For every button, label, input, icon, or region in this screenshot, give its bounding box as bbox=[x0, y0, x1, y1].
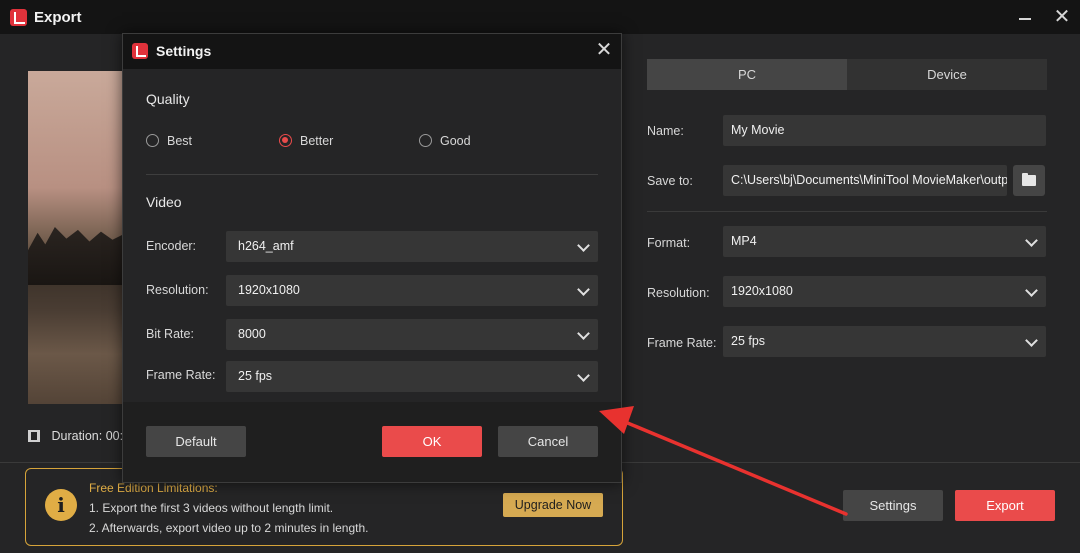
chevron-down-icon bbox=[1025, 234, 1038, 247]
bit-rate-value: 8000 bbox=[238, 327, 266, 341]
cancel-button[interactable]: Cancel bbox=[498, 426, 598, 457]
preview-treeline bbox=[28, 227, 124, 285]
encoder-value: h264_amf bbox=[238, 239, 294, 253]
frame-rate-label: Frame Rate: bbox=[146, 368, 216, 382]
resolution-value: 1920x1080 bbox=[238, 283, 300, 297]
chevron-down-icon bbox=[577, 283, 590, 296]
chevron-down-icon bbox=[577, 239, 590, 252]
save-path-input[interactable]: C:\Users\bj\Documents\MiniTool MovieMake… bbox=[723, 165, 1007, 196]
name-label: Name: bbox=[647, 124, 684, 138]
folder-icon[interactable] bbox=[1013, 165, 1045, 196]
quality-title: Quality bbox=[146, 91, 190, 107]
upgrade-now-button[interactable]: Upgrade Now bbox=[503, 493, 603, 517]
format-value: MP4 bbox=[731, 234, 757, 248]
frame-rate-select[interactable]: 25 fps bbox=[723, 326, 1046, 357]
radio-label: Good bbox=[440, 134, 471, 148]
resolution-value: 1920x1080 bbox=[731, 284, 793, 298]
format-label: Format: bbox=[647, 236, 691, 250]
limit-line-2: 2. Afterwards, export video up to 2 minu… bbox=[89, 521, 369, 535]
duration-readout: Duration: 00: bbox=[28, 429, 123, 443]
tab-pc[interactable]: PC bbox=[647, 59, 847, 90]
chevron-down-icon bbox=[1025, 334, 1038, 347]
chevron-down-icon bbox=[577, 327, 590, 340]
default-button[interactable]: Default bbox=[146, 426, 246, 457]
app-logo-icon bbox=[132, 43, 148, 59]
bit-rate-select[interactable]: 8000 bbox=[226, 319, 598, 350]
dialog-body: Quality Best Better Good Video Encoder: … bbox=[123, 69, 621, 402]
duration-label: Duration: bbox=[51, 429, 103, 443]
video-preview bbox=[28, 71, 124, 404]
radio-label: Better bbox=[300, 134, 334, 148]
video-title: Video bbox=[146, 194, 182, 210]
limit-title: Free Edition Limitations: bbox=[89, 481, 218, 495]
chevron-down-icon bbox=[1025, 284, 1038, 297]
minimize-icon[interactable] bbox=[1013, 6, 1037, 30]
ok-button[interactable]: OK bbox=[382, 426, 482, 457]
radio-checked-icon bbox=[279, 134, 292, 147]
quality-best-radio[interactable]: Best bbox=[146, 134, 192, 148]
bit-rate-label: Bit Rate: bbox=[146, 327, 194, 341]
divider bbox=[647, 211, 1047, 212]
film-icon bbox=[28, 430, 40, 442]
settings-dialog: Settings ✕ Quality Best Better Good Vide… bbox=[122, 33, 622, 483]
encoder-label: Encoder: bbox=[146, 239, 197, 253]
resolution-label: Resolution: bbox=[146, 283, 209, 297]
save-to-label: Save to: bbox=[647, 174, 693, 188]
export-button[interactable]: Export bbox=[955, 490, 1055, 521]
frame-rate-select[interactable]: 25 fps bbox=[226, 361, 598, 392]
dialog-footer: Default OK Cancel bbox=[123, 402, 621, 482]
close-icon[interactable]: ✕ bbox=[593, 39, 615, 61]
settings-button[interactable]: Settings bbox=[843, 490, 943, 521]
target-tabs: PC Device bbox=[647, 59, 1047, 90]
dialog-header: Settings ✕ bbox=[123, 34, 621, 69]
radio-label: Best bbox=[167, 134, 193, 148]
format-select[interactable]: MP4 bbox=[723, 226, 1046, 257]
resolution-select[interactable]: 1920x1080 bbox=[226, 275, 598, 306]
frame-rate-label: Frame Rate: bbox=[647, 336, 717, 350]
quality-better-radio[interactable]: Better bbox=[279, 134, 333, 148]
duration-value: 00: bbox=[105, 429, 124, 443]
name-input[interactable]: My Movie bbox=[723, 115, 1046, 146]
resolution-label: Resolution: bbox=[647, 286, 710, 300]
dialog-title: Settings bbox=[156, 43, 212, 59]
info-icon: i bbox=[45, 489, 77, 521]
quality-good-radio[interactable]: Good bbox=[419, 134, 471, 148]
limit-line-1: 1. Export the first 3 videos without len… bbox=[89, 501, 334, 515]
radio-icon bbox=[146, 134, 159, 147]
window-title: Export bbox=[34, 9, 82, 26]
encoder-select[interactable]: h264_amf bbox=[226, 231, 598, 262]
app-logo-icon bbox=[10, 9, 27, 26]
radio-icon bbox=[419, 134, 432, 147]
close-icon[interactable]: ✕ bbox=[1050, 6, 1074, 30]
resolution-select[interactable]: 1920x1080 bbox=[723, 276, 1046, 307]
frame-rate-value: 25 fps bbox=[731, 334, 766, 348]
tab-device[interactable]: Device bbox=[847, 59, 1047, 90]
divider bbox=[146, 174, 598, 175]
title-bar: Export ✕ bbox=[0, 0, 1080, 34]
chevron-down-icon bbox=[577, 369, 590, 382]
frame-rate-value: 25 fps bbox=[238, 369, 273, 383]
